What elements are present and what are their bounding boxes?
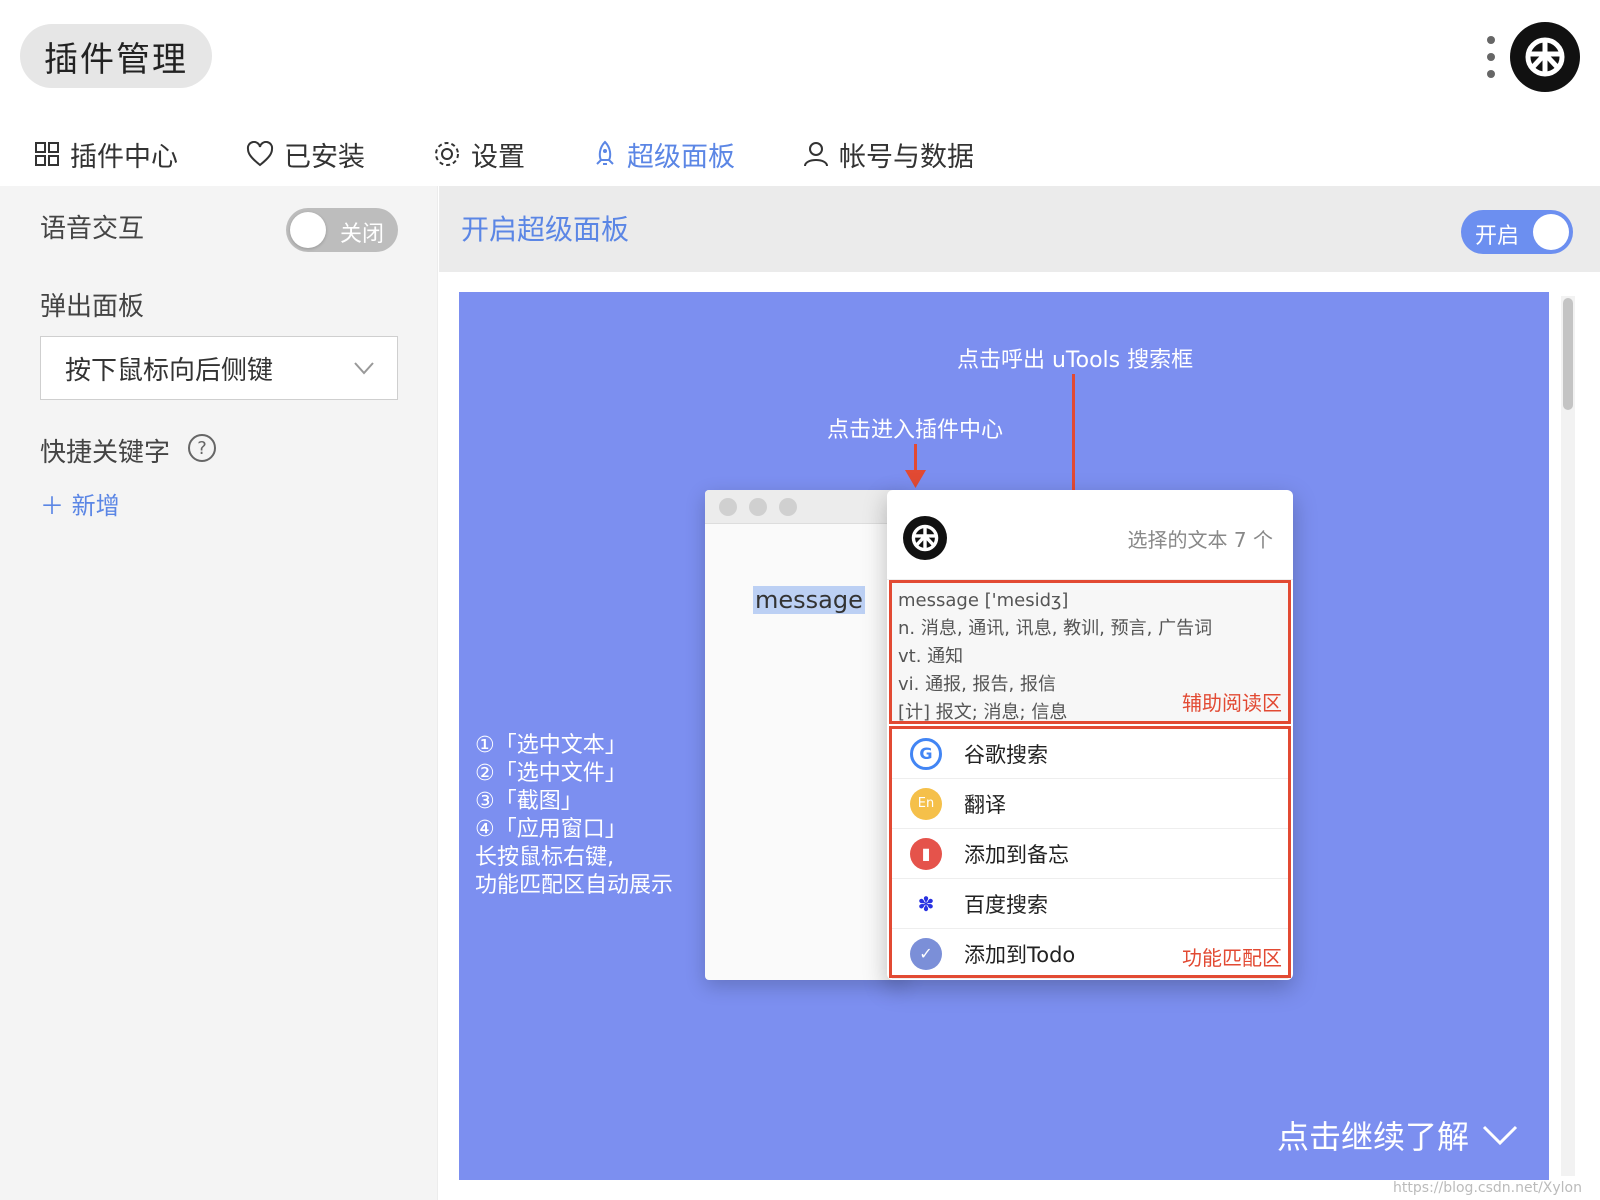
add-label: 新增: [71, 492, 120, 520]
function-area-tag: 功能匹配区: [1182, 946, 1282, 970]
heart-icon: [246, 141, 274, 167]
more-vertical-icon[interactable]: [1484, 36, 1498, 78]
tab-installed[interactable]: 已安装: [212, 120, 399, 188]
tab-bar: 插件中心 已安装 设置 超级面板 帐号与数据: [0, 120, 1008, 190]
arrow-head-icon: [905, 470, 926, 488]
todo-check-icon: ✓: [910, 937, 942, 970]
tab-plugin-center[interactable]: 插件中心: [0, 120, 212, 188]
popup-trigger-select[interactable]: 按下鼠标向后侧键: [40, 336, 398, 400]
continue-label: 点击继续了解: [1276, 1118, 1469, 1156]
reading-assist-area: message ['mesidʒ] n. 消息, 通讯, 讯息, 教训, 预言,…: [889, 580, 1291, 724]
watermark: https://blog.csdn.net/Xylon: [1393, 1180, 1582, 1196]
baidu-icon: ✽: [910, 887, 942, 920]
page-title: 插件管理: [20, 24, 212, 88]
toggle-state-label: 开启: [1475, 224, 1520, 249]
preview-scrollbar[interactable]: [1561, 296, 1575, 1176]
function-label: 百度搜索: [964, 892, 1048, 917]
toggle-knob: [1533, 214, 1569, 250]
tab-label: 帐号与数据: [839, 141, 974, 173]
step-line: ②「选中文件」: [475, 761, 627, 786]
arrow-line: [1072, 374, 1075, 504]
chevron-down-icon: [1482, 1125, 1518, 1146]
continue-learning-button[interactable]: 点击继续了解: [1277, 1112, 1519, 1158]
preview-container: 点击呼出 uTools 搜索框 点击进入插件中心 message 选择的文本 7…: [439, 272, 1600, 1200]
settings-sidebar: 语音交互 关闭 弹出面板 按下鼠标向后侧键 快捷关键字 ? ＋ 新增: [0, 186, 438, 1200]
selected-text: message: [753, 586, 865, 614]
window-zoom-dot: [779, 498, 797, 516]
window-minimize-dot: [749, 498, 767, 516]
rocket-icon: [596, 140, 614, 165]
tab-settings[interactable]: 设置: [399, 120, 559, 188]
user-icon: [804, 142, 828, 167]
reading-line: message ['mesidʒ]: [898, 590, 1069, 611]
popup-panel-label: 弹出面板: [40, 292, 145, 322]
translate-icon: En: [910, 787, 942, 820]
tab-label: 插件中心: [70, 141, 178, 173]
panel-header: 选择的文本 7 个: [887, 490, 1293, 580]
plus-icon: ＋: [40, 492, 64, 520]
enable-super-panel-label: 开启超级面板: [461, 213, 630, 246]
function-label: 添加到备忘: [964, 842, 1069, 867]
grid-icon: [35, 142, 59, 166]
demo-app-window: message: [705, 490, 905, 980]
function-label: 添加到Todo: [964, 942, 1076, 967]
tab-label: 超级面板: [627, 141, 735, 173]
tab-label: 设置: [471, 141, 525, 173]
step-line: ③「截图」: [475, 789, 583, 814]
function-add-memo[interactable]: ▮ 添加到备忘: [892, 829, 1288, 879]
reading-line: n. 消息, 通讯, 讯息, 教训, 预言, 广告词: [898, 618, 1213, 639]
tab-super-panel[interactable]: 超级面板: [559, 120, 769, 190]
super-panel-header: 开启超级面板 开启: [439, 186, 1600, 272]
utools-logo-icon[interactable]: [1510, 22, 1580, 92]
step-line: 长按鼠标右键,: [475, 845, 614, 870]
google-icon: G: [910, 737, 942, 770]
function-label: 谷歌搜索: [964, 742, 1048, 767]
function-translate[interactable]: En 翻译: [892, 779, 1288, 829]
function-baidu-search[interactable]: ✽ 百度搜索: [892, 879, 1288, 929]
super-panel-toggle[interactable]: 开启: [1461, 210, 1573, 254]
add-keyword-button[interactable]: ＋ 新增: [40, 486, 120, 521]
utools-super-panel: 选择的文本 7 个 message ['mesidʒ] n. 消息, 通讯, 讯…: [887, 490, 1293, 980]
function-match-area: G 谷歌搜索 En 翻译 ▮ 添加到备忘 ✽ 百度搜索 ✓ 添加到Todo 功能…: [889, 726, 1291, 979]
reading-area-tag: 辅助阅读区: [1182, 691, 1282, 715]
super-panel-preview: 点击呼出 uTools 搜索框 点击进入插件中心 message 选择的文本 7…: [459, 292, 1549, 1180]
utools-logo-icon[interactable]: [903, 516, 947, 560]
select-value: 按下鼠标向后侧键: [65, 355, 274, 386]
tab-label: 已安装: [284, 141, 365, 173]
tab-account-data[interactable]: 帐号与数据: [769, 120, 1008, 188]
step-line: ①「选中文本」: [475, 733, 627, 758]
trigger-steps: ①「选中文本」 ②「选中文件」 ③「截图」 ④「应用窗口」 长按鼠标右键, 功能…: [475, 732, 673, 900]
scrollbar-thumb[interactable]: [1563, 298, 1573, 410]
chevron-down-icon: [354, 362, 374, 375]
function-label: 翻译: [964, 792, 1006, 817]
step-line: 功能匹配区自动展示: [475, 873, 674, 898]
window-close-dot: [719, 498, 737, 516]
function-google-search[interactable]: G 谷歌搜索: [892, 729, 1288, 779]
toggle-state-label: 关闭: [339, 222, 384, 247]
toggle-knob: [290, 212, 326, 248]
shortcut-keyword-label: 快捷关键字: [40, 438, 171, 468]
memo-icon: ▮: [910, 837, 942, 870]
reading-line: vt. 通知: [898, 646, 964, 667]
window-titlebar: [705, 490, 905, 524]
gear-icon: [435, 142, 459, 166]
voice-interaction-toggle[interactable]: 关闭: [286, 208, 398, 252]
voice-interaction-label: 语音交互: [40, 214, 145, 244]
help-icon[interactable]: ?: [188, 434, 216, 462]
step-line: ④「应用窗口」: [475, 817, 627, 842]
annotation-search: 点击呼出 uTools 搜索框: [957, 348, 1194, 373]
annotation-plugin-center: 点击进入插件中心: [827, 418, 1004, 443]
selection-count[interactable]: 选择的文本 7 个: [1128, 524, 1273, 553]
